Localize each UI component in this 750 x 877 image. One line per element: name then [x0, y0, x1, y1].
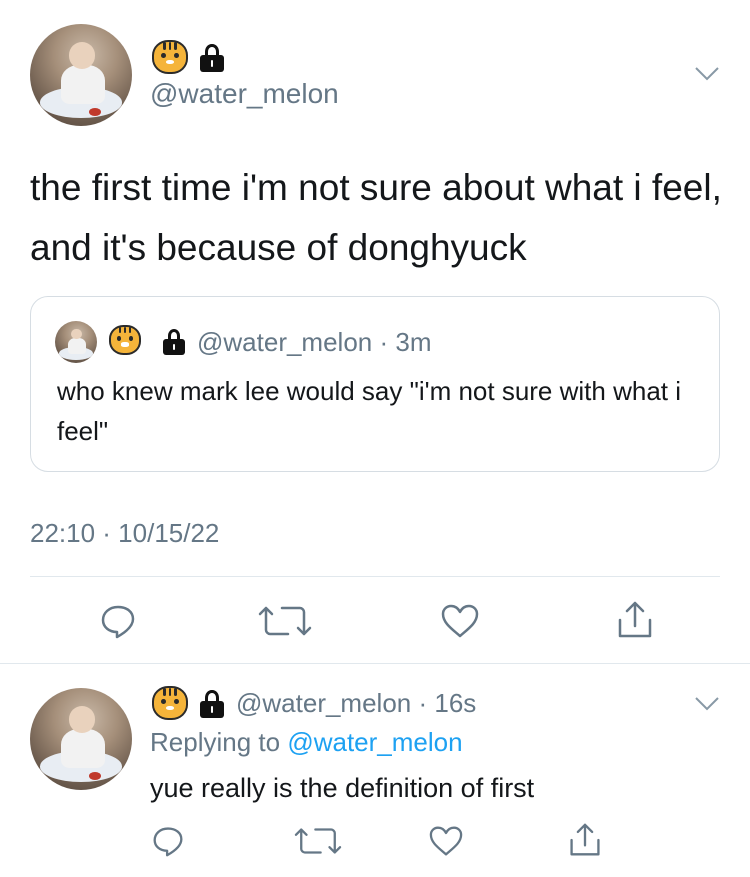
tiger-face-icon [152, 40, 188, 74]
share-icon[interactable] [616, 600, 654, 640]
like-icon[interactable] [428, 825, 464, 857]
divider [0, 663, 750, 664]
main-tweet-timestamp: 22:10 · 10/15/22 [30, 518, 220, 548]
main-tweet-handle[interactable]: @water_melon [150, 78, 339, 110]
retweet-icon[interactable] [292, 826, 344, 856]
like-icon[interactable] [440, 603, 480, 639]
share-icon[interactable] [568, 822, 602, 858]
quoted-tweet-avatar [55, 321, 97, 363]
quoted-tweet-time: · 3m [372, 327, 432, 357]
divider [30, 576, 720, 577]
replying-to-label: Replying to [150, 727, 288, 757]
reply-tweet-avatar[interactable] [30, 688, 132, 790]
chevron-down-icon[interactable] [694, 66, 720, 82]
chevron-down-icon[interactable] [694, 696, 720, 712]
reply-tweet-text: yue really is the definition of first [150, 773, 535, 803]
quoted-tweet-handle: @water_melon [197, 327, 373, 357]
reply-icon[interactable] [152, 825, 184, 857]
lock-icon [200, 690, 224, 718]
reply-tweet-time: · 16s [411, 688, 477, 718]
reply-tweet-handle[interactable]: @water_melon [236, 688, 411, 718]
main-tweet-avatar[interactable] [30, 24, 132, 126]
quoted-tweet-card[interactable]: @water_melon · 3m who knew mark lee woul… [30, 296, 720, 472]
tiger-face-icon [109, 325, 141, 355]
retweet-icon[interactable] [256, 604, 314, 638]
quoted-tweet-text: who knew mark lee would say "i'm not sur… [57, 376, 681, 446]
lock-icon [163, 329, 185, 355]
main-tweet-text: the first time i'm not sure about what i… [30, 167, 722, 268]
reply-icon[interactable] [100, 603, 136, 639]
replying-to-link[interactable]: @water_melon [287, 727, 462, 757]
lock-icon [200, 44, 224, 72]
tiger-face-icon [152, 686, 188, 720]
